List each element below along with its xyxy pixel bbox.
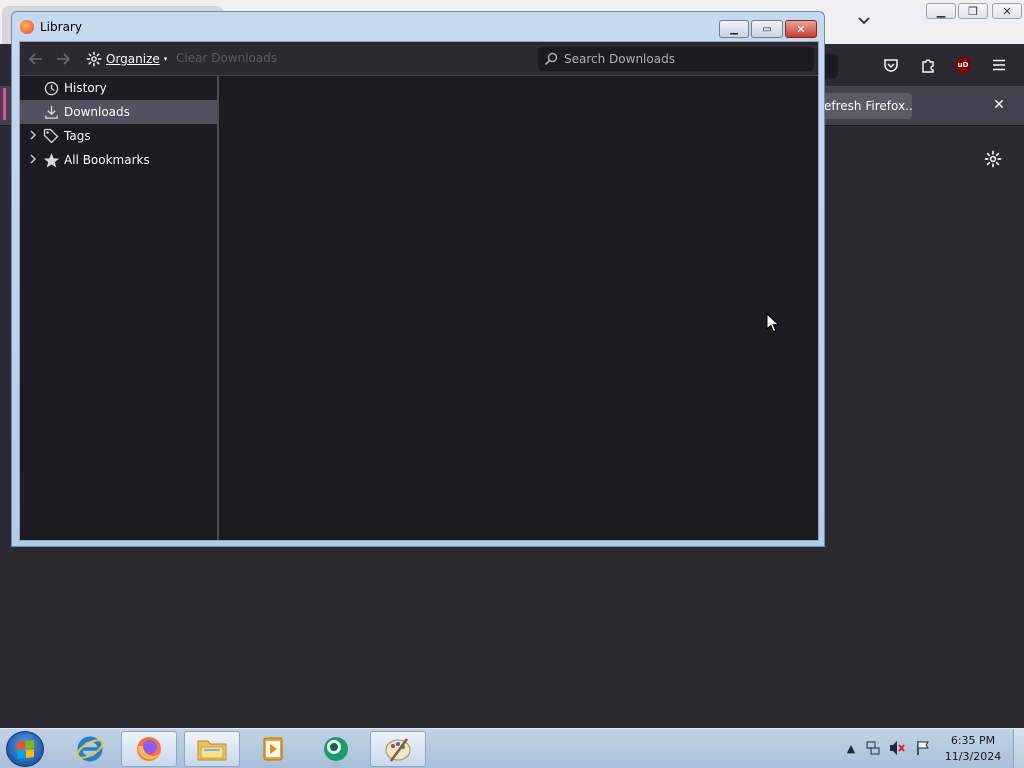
ublock-badge: uD [955, 57, 971, 73]
library-close-button[interactable]: ✕ [785, 20, 817, 38]
maximize-icon: ▭ [762, 23, 772, 35]
sidebar-item-label: Downloads [64, 105, 130, 119]
taskbar-firefox[interactable] [121, 731, 177, 767]
sidebar-item-all-bookmarks[interactable]: All Bookmarks [20, 148, 217, 172]
internet-explorer-icon [76, 736, 104, 762]
pocket-icon [884, 59, 898, 72]
window-title: Library [40, 20, 82, 34]
notification-close-button[interactable]: ✕ [988, 94, 1010, 116]
windows-taskbar: ▲ 6:35 PM 11/3/2024 [0, 728, 1024, 768]
browser-close-button[interactable]: ✕ [992, 3, 1022, 19]
show-hidden-icons-button[interactable]: ▲ [842, 739, 860, 757]
organize-menu-button[interactable]: Organize ▾ [86, 49, 167, 69]
close-icon: ✕ [993, 97, 1005, 113]
action-center-button[interactable] [914, 739, 932, 757]
library-client-area: Organize ▾ Clear Downloads History [19, 41, 819, 541]
puzzle-piece-icon [922, 59, 934, 73]
taskbar-windows-explorer[interactable] [184, 731, 240, 767]
url-bar[interactable] [824, 54, 838, 78]
taskbar-app5[interactable] [308, 731, 364, 767]
mouse-cursor-icon [766, 313, 780, 333]
newtab-settings-button[interactable] [980, 146, 1006, 172]
volume-muted-icon [890, 741, 905, 755]
minimize-icon: ▁ [936, 4, 946, 18]
chevron-down-icon [858, 17, 870, 25]
back-button[interactable] [26, 49, 46, 69]
expand-arrow-icon[interactable] [26, 154, 40, 167]
sidebar-accent-strip [3, 88, 6, 120]
browser-restore-button[interactable]: ❐ [958, 3, 988, 19]
star-icon [42, 151, 60, 169]
pocket-button[interactable] [878, 52, 904, 78]
ublock-origin-button[interactable]: uD [950, 52, 976, 78]
downloads-list[interactable] [221, 76, 818, 540]
library-titlebar: Library [20, 20, 82, 34]
minimize-icon: ▁ [730, 23, 738, 35]
organize-label: Organize [106, 52, 160, 66]
download-icon [42, 103, 60, 121]
browser-minimize-button[interactable]: ▁ [926, 3, 956, 19]
sidebar-item-history[interactable]: History [20, 76, 217, 100]
taskbar-media-player[interactable] [245, 731, 301, 767]
sidebar-item-tags[interactable]: Tags [20, 124, 217, 148]
taskbar-paint[interactable] [370, 731, 426, 767]
library-window: Library ▁ ▭ ✕ Organize ▾ Clear Downloads [11, 11, 825, 547]
arrow-right-icon [57, 53, 71, 65]
gear-icon [984, 150, 1002, 168]
search-icon [544, 52, 558, 66]
forward-button[interactable] [53, 49, 73, 69]
tag-icon [42, 127, 60, 145]
paint-palette-icon [385, 738, 411, 762]
search-input[interactable] [564, 52, 804, 66]
media-player-icon [263, 737, 283, 761]
sidebar-item-downloads[interactable]: Downloads [20, 100, 217, 124]
sidebar-item-label: History [64, 81, 107, 95]
search-downloads-field[interactable] [538, 47, 814, 71]
network-icon [866, 741, 880, 755]
windows-logo-icon [16, 739, 34, 759]
clock-time: 6:35 PM [950, 734, 996, 747]
close-icon: ✕ [796, 22, 806, 36]
clear-downloads-button[interactable]: Clear Downloads [176, 51, 277, 65]
library-toolbar: Organize ▾ Clear Downloads [20, 42, 818, 76]
refresh-firefox-button[interactable]: efresh Firefox… [814, 93, 912, 119]
folder-icon [197, 740, 227, 761]
clock-icon [42, 79, 60, 97]
start-button[interactable] [6, 731, 44, 767]
library-minimize-button[interactable]: ▁ [719, 20, 749, 38]
taskbar-internet-explorer[interactable] [62, 731, 118, 767]
volume-tray-button[interactable] [889, 739, 907, 757]
expand-arrow-icon[interactable] [26, 130, 40, 143]
firefox-icon [137, 737, 161, 761]
clock-date: 11/3/2024 [944, 750, 1002, 763]
library-maximize-button[interactable]: ▭ [751, 20, 783, 38]
gear-icon [86, 51, 102, 67]
dropdown-caret-icon: ▾ [163, 55, 168, 63]
app-menu-button[interactable] [986, 52, 1012, 78]
flag-icon [917, 741, 929, 755]
hamburger-menu-icon [993, 59, 1005, 71]
library-sidebar-tree: History Downloads Tags All Bookmarks [20, 76, 219, 540]
restore-icon: ❐ [968, 4, 978, 18]
list-all-tabs-button[interactable] [852, 10, 876, 32]
extensions-button[interactable] [915, 52, 941, 78]
app5-icon [324, 737, 348, 761]
network-tray-button[interactable] [864, 739, 882, 757]
sidebar-item-label: All Bookmarks [64, 153, 150, 167]
close-icon: ✕ [1002, 4, 1012, 18]
firefox-logo-icon [20, 20, 34, 34]
triangle-up-icon: ▲ [846, 741, 856, 755]
sidebar-item-label: Tags [64, 129, 91, 143]
show-desktop-button[interactable] [1013, 729, 1024, 768]
arrow-left-icon [28, 53, 42, 65]
system-clock[interactable]: 6:35 PM 11/3/2024 [940, 733, 1006, 765]
